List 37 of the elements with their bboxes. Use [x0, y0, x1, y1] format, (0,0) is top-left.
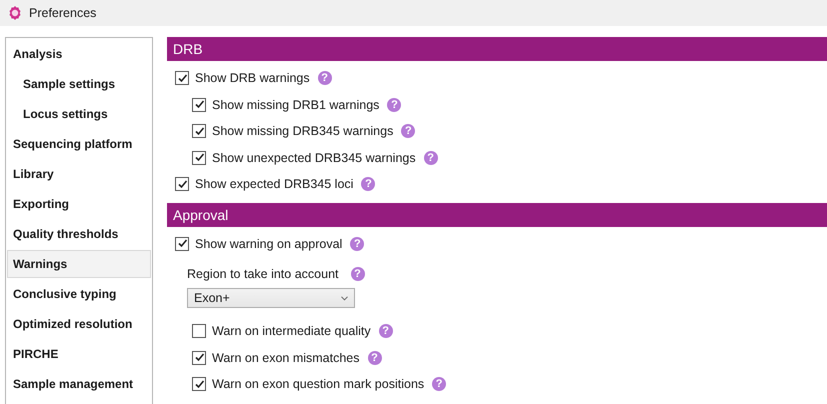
checkbox-label[interactable]: Show expected DRB345 loci [195, 177, 354, 192]
sidebar-item[interactable]: PIRCHE [7, 340, 151, 368]
checkbox-label[interactable]: Warn on exon question mark positions [212, 377, 424, 392]
section-header: Approval [167, 202, 827, 226]
sidebar-item[interactable]: Quality thresholds [7, 220, 151, 248]
checkbox-label[interactable]: Show missing DRB1 warnings [212, 98, 380, 112]
sidebar-item[interactable]: Sample settings [7, 70, 151, 98]
checkbox-label[interactable]: Show DRB warnings [195, 71, 310, 86]
checkbox[interactable] [192, 124, 206, 138]
sidebar-item[interactable]: Conclusive typing [7, 280, 151, 308]
window-title: Preferences [29, 6, 96, 20]
checkbox-label[interactable]: Show warning on approval [195, 236, 342, 251]
checkbox[interactable] [192, 350, 206, 365]
checkbox[interactable] [175, 236, 189, 251]
checkbox-label[interactable]: Show unexpected DRB345 warnings [212, 150, 416, 165]
checkbox[interactable] [175, 177, 189, 192]
checkbox[interactable] [192, 324, 206, 338]
region-dropdown[interactable]: Exon+ [187, 288, 355, 308]
checkbox[interactable] [192, 98, 206, 112]
sidebar-item[interactable]: Exporting [7, 190, 151, 218]
checkbox-label[interactable]: Warn on exon mismatches [212, 350, 360, 365]
sidebar-item[interactable]: Warnings [7, 250, 151, 278]
chevron-down-icon [341, 296, 348, 300]
checkbox-label[interactable]: Show missing DRB345 warnings [212, 124, 394, 138]
section-header: DRB [167, 37, 827, 61]
sidebar-item[interactable]: Optimized resolution [7, 310, 151, 338]
sidebar-item[interactable]: Locus settings [7, 100, 151, 128]
app-gear-icon [7, 5, 23, 21]
sidebar-item[interactable]: Analysis [7, 40, 151, 68]
checkbox[interactable] [192, 377, 206, 392]
sidebar-item[interactable]: Sample management [7, 370, 151, 398]
checkbox-label[interactable]: Warn on intermediate quality [212, 324, 371, 338]
sidebar-item[interactable]: Sequencing platform [7, 130, 151, 158]
field-label: Region to take into account [187, 267, 338, 281]
checkbox[interactable] [175, 71, 189, 86]
sidebar-item[interactable]: Library [7, 160, 151, 188]
checkbox[interactable] [192, 150, 206, 165]
